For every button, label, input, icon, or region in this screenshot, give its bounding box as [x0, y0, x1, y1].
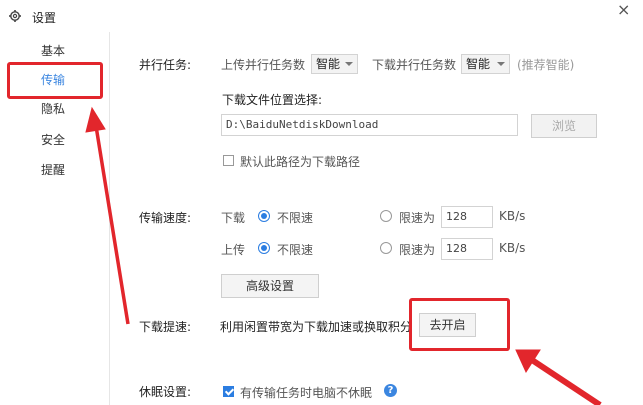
annotation-arrow-right — [530, 357, 602, 405]
annotation-arrows — [85, 106, 602, 405]
annotation-arrowhead-left — [85, 106, 106, 133]
annotation-arrow-left — [94, 125, 130, 325]
